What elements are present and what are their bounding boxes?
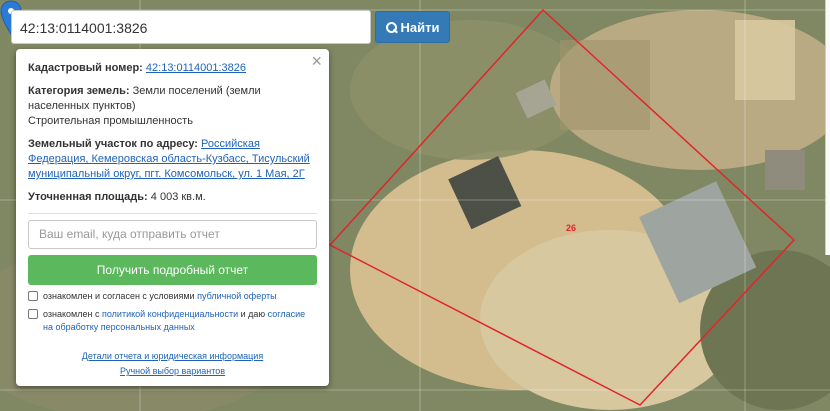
divider	[28, 213, 317, 214]
consent-privacy-text: ознакомлен с политикой конфиденциальност…	[43, 308, 317, 334]
get-report-button[interactable]: Получить подробный отчет	[28, 255, 317, 285]
area-row: Уточненная площадь: 4 003 кв.м.	[28, 190, 317, 205]
consent-privacy-label: ознакомлен с	[43, 309, 100, 319]
cadastral-number-link[interactable]: 42:13:0114001:3826	[146, 62, 246, 74]
area-label: Уточненная площадь:	[28, 191, 148, 203]
manual-selection-link[interactable]: Ручной выбор вариантов	[16, 364, 329, 379]
search-button-label: Найти	[400, 19, 440, 35]
search-input[interactable]: 42:13:0114001:3826	[11, 10, 371, 44]
consent-offer-label: ознакомлен и согласен с условиями	[43, 291, 195, 301]
report-details-link[interactable]: Детали отчета и юридическая информация	[16, 349, 329, 364]
consent-privacy-mid: и даю	[240, 309, 266, 319]
parcel-info-popup: × Кадастровый номер: 42:13:0114001:3826 …	[16, 49, 329, 386]
land-category-row: Категория земель: Земли поселений (земли…	[28, 84, 317, 114]
close-icon[interactable]: ×	[311, 52, 322, 70]
public-offer-link[interactable]: публичной оферты	[197, 291, 277, 301]
consent-privacy-row: ознакомлен с политикой конфиденциальност…	[28, 308, 317, 334]
search-icon	[385, 21, 397, 33]
cadastral-number-row: Кадастровый номер: 42:13:0114001:3826	[28, 61, 317, 76]
map-side-panel-edge	[825, 0, 830, 255]
search-button[interactable]: Найти	[375, 11, 450, 43]
bottom-links: Детали отчета и юридическая информация Р…	[16, 349, 329, 379]
parcel-number-label: 26	[566, 223, 577, 233]
area-value: 4 003 кв.м.	[150, 191, 206, 203]
address-row: Земельный участок по адресу: Российская …	[28, 137, 317, 182]
consent-offer-text: ознакомлен и согласен с условиями публич…	[43, 290, 277, 303]
consent-offer-row: ознакомлен и согласен с условиями публич…	[28, 290, 317, 303]
cadastral-number-label: Кадастровый номер:	[28, 62, 143, 74]
consent-privacy-checkbox[interactable]	[28, 309, 38, 319]
consent-offer-checkbox[interactable]	[28, 291, 38, 301]
privacy-policy-link[interactable]: политикой конфиденциальности	[102, 309, 238, 319]
email-field[interactable]: Ваш email, куда отправить отчет	[28, 220, 317, 249]
address-label: Земельный участок по адресу:	[28, 138, 198, 150]
land-usage: Строительная промышленность	[28, 115, 193, 127]
land-category-label: Категория земель:	[28, 85, 130, 97]
